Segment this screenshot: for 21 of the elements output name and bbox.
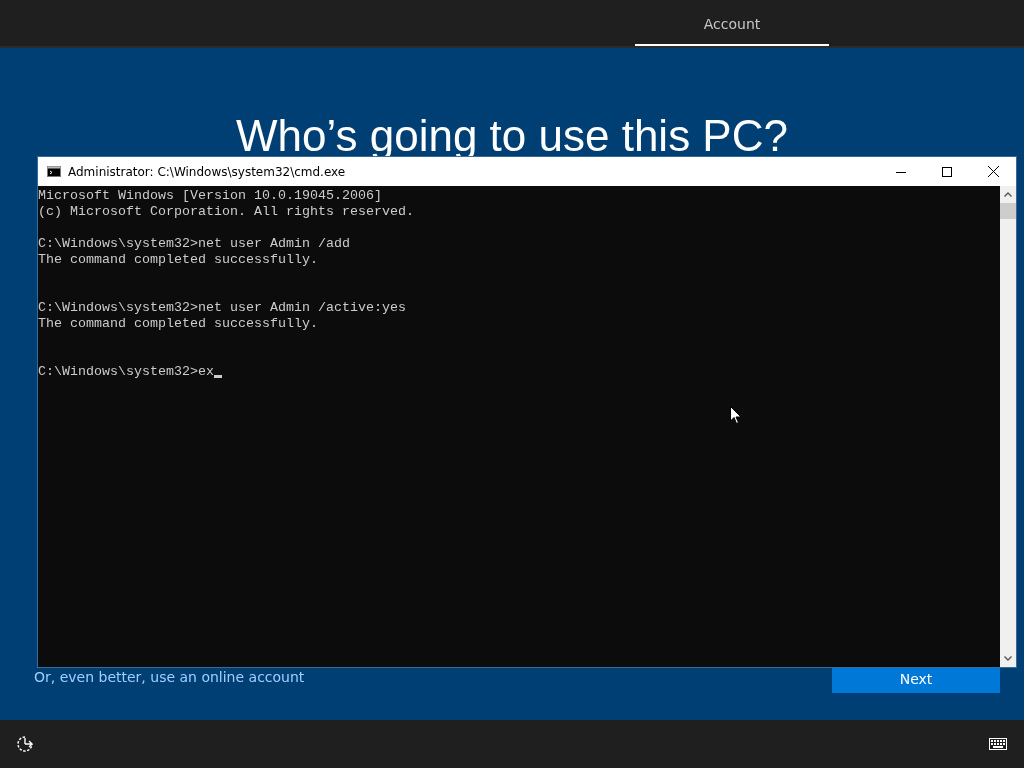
ease-of-access-icon[interactable]: [16, 735, 34, 753]
console-line: The command completed successfully.: [38, 316, 319, 332]
text-cursor: [213, 375, 222, 378]
scroll-up-icon[interactable]: [1004, 192, 1012, 197]
console-app-icon: [47, 166, 61, 177]
console-line: C:\Windows\system32>ex: [38, 364, 214, 380]
console-line: C:\Windows\system32>net user Admin /active:yes: [38, 300, 407, 316]
maximize-icon: [942, 166, 952, 177]
online-account-link[interactable]: Or, even better, use an online account: [34, 667, 305, 687]
mouse-pointer-icon: [730, 406, 742, 425]
keyboard-icon[interactable]: [989, 738, 1007, 750]
scrollbar-thumb[interactable]: [1000, 203, 1016, 219]
scroll-down-icon[interactable]: [1004, 656, 1012, 661]
window-title: Administrator: C:\Windows\system32\cmd.exe: [68, 164, 347, 179]
account-tab[interactable]: Account: [635, 0, 829, 46]
scrollbar[interactable]: [1000, 186, 1016, 667]
console-line: C:\Windows\system32>net user Admin /add: [38, 236, 351, 252]
console-line: (c) Microsoft Corporation. All rights reserved.: [38, 204, 415, 220]
console-line: The command completed successfully.: [38, 252, 319, 268]
console-line: Microsoft Windows [Version 10.0.19045.2006]: [38, 188, 383, 204]
close-icon: [987, 166, 999, 177]
